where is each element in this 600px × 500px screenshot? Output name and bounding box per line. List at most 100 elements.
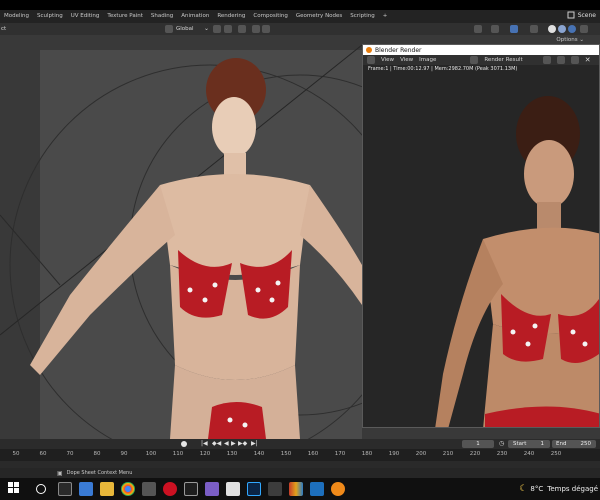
jump-end-icon[interactable]: ▶| <box>251 440 258 447</box>
rendered-character <box>363 74 599 427</box>
tick-label: 180 <box>361 451 373 457</box>
jump-start-icon[interactable]: |◀ <box>201 440 208 447</box>
tick-label: 130 <box>226 451 238 457</box>
play-reverse-icon[interactable]: ◀ <box>224 440 229 447</box>
task-view-icon[interactable] <box>58 482 72 496</box>
tab-scripting[interactable]: Scripting <box>346 10 378 23</box>
end-value: 250 <box>580 441 592 447</box>
image-browse-icon[interactable] <box>470 56 479 64</box>
start-frame-field[interactable]: Start 1 <box>508 440 550 448</box>
start-button-icon[interactable] <box>8 482 20 496</box>
tick-label: 160 <box>307 451 319 457</box>
options-dropdown[interactable]: Options ⌄ <box>556 37 584 43</box>
render-slot-label[interactable]: Render Result <box>484 57 522 63</box>
blender-icon[interactable] <box>331 482 345 496</box>
editor-type-icon[interactable] <box>367 56 375 64</box>
top-screen-strip <box>0 0 600 10</box>
teams-icon[interactable] <box>205 482 219 496</box>
menu-view-1[interactable]: View <box>381 57 394 63</box>
shading-options-icon[interactable] <box>580 25 588 33</box>
tick-label: 60 <box>39 451 47 457</box>
header-left-fragment[interactable]: ct <box>0 26 6 32</box>
temperature[interactable]: 8°C <box>530 485 543 493</box>
tick-label: 150 <box>280 451 292 457</box>
timeline-track-area[interactable] <box>0 461 600 468</box>
opera-icon[interactable] <box>163 482 177 496</box>
play-icon[interactable]: ▶ <box>231 440 236 447</box>
render-window[interactable]: Blender Render View View Image Render Re… <box>362 44 600 428</box>
record-icon[interactable] <box>181 441 187 447</box>
photoshop-icon[interactable] <box>247 482 261 496</box>
orientation-dropdown[interactable]: Global <box>176 26 194 32</box>
render-window-titlebar[interactable]: Blender Render <box>363 45 599 55</box>
menu-view-2[interactable]: View <box>400 57 413 63</box>
notepad-icon[interactable] <box>226 482 240 496</box>
open-image-icon[interactable] <box>570 56 579 64</box>
file-explorer-icon[interactable] <box>100 482 114 496</box>
timeline-ruler[interactable]: 50 60 70 80 90 100 110 120 130 140 150 1… <box>0 449 600 461</box>
character-model <box>30 58 362 439</box>
tab-sculpting[interactable]: Sculpting <box>33 10 67 23</box>
start-value: 1 <box>540 441 545 447</box>
tick-label: 120 <box>199 451 211 457</box>
current-frame-field[interactable]: 1 <box>462 440 494 448</box>
snap-icon[interactable] <box>224 25 232 33</box>
transform-orientation-icon <box>165 25 173 33</box>
fake-user-icon[interactable] <box>542 56 551 64</box>
scene-selector[interactable]: Scene <box>567 11 596 19</box>
add-workspace-button[interactable]: + <box>379 10 392 23</box>
tab-geometry-nodes[interactable]: Geometry Nodes <box>292 10 346 23</box>
moon-weather-icon: ☾ <box>519 484 528 494</box>
chrome-icon[interactable] <box>121 482 135 496</box>
windows-taskbar: ☾ 8°C Temps dégagé <box>0 478 600 500</box>
shading-solid-icon[interactable] <box>548 25 556 33</box>
edge-icon[interactable] <box>79 482 93 496</box>
tick-label: 190 <box>388 451 400 457</box>
timeline-header: |◀ ◆◀ ◀ ▶ ▶◆ ▶| 1 ◷ Start 1 End 250 <box>0 439 600 449</box>
tab-rendering[interactable]: Rendering <box>213 10 249 23</box>
end-frame-field[interactable]: End 250 <box>552 440 596 448</box>
tab-animation[interactable]: Animation <box>177 10 213 23</box>
tick-label: 50 <box>12 451 20 457</box>
new-image-icon[interactable] <box>556 56 565 64</box>
tab-shading[interactable]: Shading <box>147 10 177 23</box>
shading-rendered-icon[interactable] <box>568 25 576 33</box>
prev-keyframe-icon[interactable]: ◆◀ <box>212 440 221 447</box>
scene-icon <box>567 11 575 19</box>
search-icon[interactable] <box>36 484 46 494</box>
render-info-bar: Frame:1 | Time:00:12.97 | Mem:2982.70M (… <box>363 65 599 74</box>
next-keyframe-icon[interactable]: ▶◆ <box>238 440 247 447</box>
overlays-icon[interactable] <box>510 25 518 33</box>
render-window-title: Blender Render <box>375 46 422 54</box>
tick-label: 70 <box>66 451 74 457</box>
visibility-icon[interactable] <box>474 25 482 33</box>
app-icon-3[interactable] <box>268 482 282 496</box>
tab-uv-editing[interactable]: UV Editing <box>67 10 104 23</box>
tick-label: 250 <box>550 451 562 457</box>
proportional-edit-icon[interactable] <box>238 25 246 33</box>
gizmo-icon[interactable] <box>491 25 499 33</box>
tab-texture-paint[interactable]: Texture Paint <box>103 10 147 23</box>
app-icon-5[interactable] <box>310 482 324 496</box>
tab-modeling[interactable]: Modeling <box>0 10 33 23</box>
chevron-down-icon: ⌄ <box>204 25 210 32</box>
app-icon-4[interactable] <box>289 482 303 496</box>
clock-icon[interactable]: ◷ <box>499 440 504 447</box>
xray-icon[interactable] <box>530 25 538 33</box>
tab-compositing[interactable]: Compositing <box>249 10 291 23</box>
pivot-icon[interactable] <box>213 25 221 33</box>
app-icon[interactable] <box>142 482 156 496</box>
tick-label: 220 <box>469 451 481 457</box>
tick-label: 170 <box>334 451 346 457</box>
mouse-button-icon: ▣ <box>57 469 63 477</box>
falloff-icon[interactable] <box>252 25 260 33</box>
shading-material-icon[interactable] <box>558 25 566 33</box>
menu-image[interactable]: Image <box>419 57 436 63</box>
close-icon[interactable]: ✕ <box>585 56 591 64</box>
scene-label: Scene <box>577 11 596 19</box>
options-label: Options <box>556 37 578 43</box>
tick-label: 140 <box>253 451 265 457</box>
app-icon-2[interactable] <box>184 482 198 496</box>
overlay-extra-icon[interactable] <box>262 25 270 33</box>
weather-description[interactable]: Temps dégagé <box>547 485 598 493</box>
